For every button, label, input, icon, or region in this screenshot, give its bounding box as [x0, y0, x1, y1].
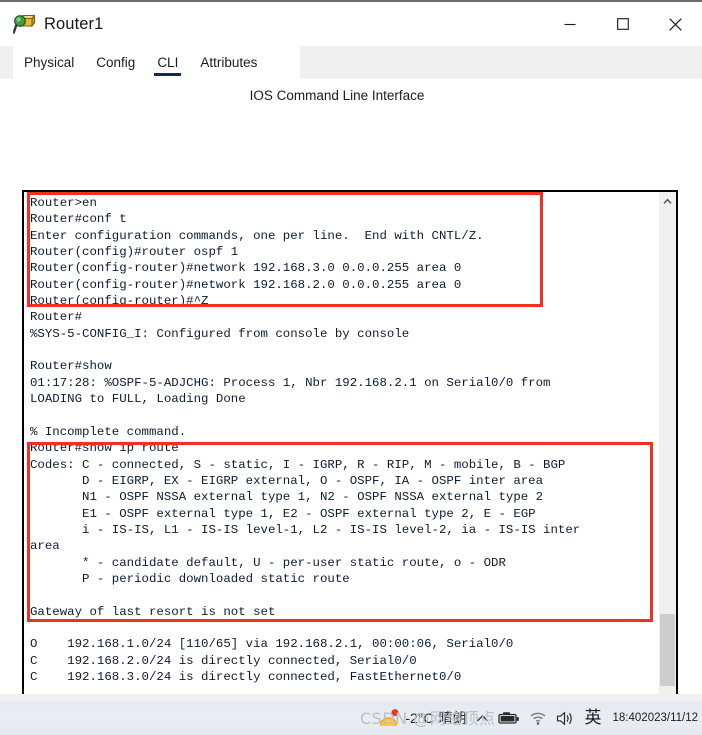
- window-controls: [543, 2, 702, 46]
- minimize-button[interactable]: [543, 2, 596, 46]
- tab-attributes-label: Attributes: [200, 55, 258, 70]
- terminal-line: %SYS-5-CONFIG_I: Configured from console…: [30, 326, 410, 341]
- tab-strip: Physical Config CLI Attributes: [0, 46, 702, 79]
- terminal-line: LOADING to FULL, Loading Done: [30, 392, 246, 407]
- terminal-output[interactable]: Router>en Router#conf t Enter configuratio…: [24, 192, 658, 694]
- maximize-icon: [616, 18, 629, 30]
- terminal-line: O 192.168.1.0/24 [110/65] via 192.168.2.…: [30, 637, 514, 652]
- terminal-line: Router(config-router)#network 192.168.3.…: [30, 261, 462, 276]
- cli-panel: IOS Command Line Interface Router>en Rout…: [0, 79, 702, 694]
- close-icon: [669, 17, 682, 31]
- tab-config[interactable]: Config: [85, 46, 146, 79]
- scroll-up-button[interactable]: [659, 192, 676, 210]
- terminal-line: Router#: [30, 310, 83, 325]
- taskbar-clock[interactable]: 18:40 2023/11/12: [611, 712, 698, 724]
- terminal-line: Gateway of last resort is not set: [30, 604, 276, 619]
- terminal-line: D - EIGRP, EX - EIGRP external, O - OSPF…: [30, 473, 544, 488]
- terminal-line: i - IS-IS, L1 - IS-IS level-1, L2 - IS-I…: [30, 522, 581, 537]
- weather-temperature: -2°C: [405, 710, 434, 726]
- terminal-line: Router(config-router)#network 192.168.2.…: [30, 277, 462, 292]
- title-bar-left: Router1: [0, 13, 103, 35]
- terminal-line: 01:17:28: %OSPF-5-ADJCHG: Process 1, Nbr…: [30, 375, 551, 390]
- terminal-line: Router(config)#router ospf 1: [30, 245, 239, 260]
- chevron-up-icon: [476, 714, 488, 721]
- clock-date: 2023/11/12: [641, 712, 698, 724]
- tab-cli-label: CLI: [157, 55, 179, 70]
- tray-expand-button[interactable]: [476, 714, 489, 723]
- chevron-up-icon: [663, 197, 672, 204]
- battery-status-button[interactable]: [497, 711, 520, 725]
- minimize-icon: [564, 23, 575, 26]
- terminal-scrollbar[interactable]: [658, 192, 676, 694]
- terminal-line: Router>en: [30, 196, 97, 210]
- weather-condition: 晴朗: [438, 710, 467, 726]
- terminal-line: E1 - OSPF external type 1, E2 - OSPF ext…: [30, 506, 536, 521]
- volume-button[interactable]: [556, 711, 576, 726]
- close-button[interactable]: [649, 2, 702, 46]
- terminal-line: % Incomplete command.: [30, 424, 187, 439]
- clock-time: 18:40: [612, 712, 642, 724]
- maximize-button[interactable]: [596, 2, 649, 46]
- terminal-lines: Router>en Router#conf t Enter configuratio…: [26, 195, 658, 694]
- system-tray: -2°C 晴朗 英 18:40 2023/11/12: [378, 708, 698, 728]
- title-bar: Router1: [0, 2, 702, 46]
- terminal-line: Codes: C - connected, S - static, I - IG…: [30, 457, 566, 472]
- ime-language-indicator[interactable]: 英: [585, 709, 602, 727]
- tab-physical[interactable]: Physical: [13, 46, 85, 79]
- packet-tracer-router-icon: [12, 13, 36, 35]
- tab-physical-label: Physical: [24, 55, 75, 70]
- speaker-icon: [556, 711, 572, 725]
- terminal-line: C 192.168.2.0/24 is directly connected, …: [30, 653, 417, 668]
- terminal-line: N1 - OSPF NSSA external type 1, N2 - OSP…: [30, 490, 544, 505]
- terminal-area: Router>en Router#conf t Enter configuratio…: [22, 190, 678, 694]
- network-status-button[interactable]: [529, 711, 547, 725]
- weather-sunny-icon: [378, 708, 400, 728]
- router-cli-window: Router1 Physical Config CLI Attributes I…: [0, 0, 702, 694]
- terminal-line: area: [30, 539, 60, 554]
- window-title: Router1: [44, 14, 104, 33]
- windows-taskbar: -2°C 晴朗 英 18:40 2023/11/12: [0, 701, 702, 735]
- taskbar-weather-widget[interactable]: -2°C 晴朗: [378, 708, 467, 728]
- terminal-line: Router#conf t: [30, 212, 127, 227]
- wifi-icon: [530, 712, 545, 725]
- terminal-line: P - periodic downloaded static route: [30, 571, 350, 586]
- tab-config-label: Config: [96, 55, 136, 70]
- battery-icon: [497, 712, 519, 724]
- terminal-line: C 192.168.3.0/24 is directly connected, …: [30, 669, 462, 684]
- terminal-line: * - candidate default, U - per-user stat…: [30, 555, 506, 570]
- terminal-line: Router#show ip route: [30, 441, 179, 456]
- terminal-line: Enter configuration commands, one per li…: [30, 228, 484, 243]
- tab-cli[interactable]: CLI: [146, 46, 189, 79]
- terminal-line: Router#show: [30, 359, 112, 374]
- terminal-line: Router(config-router)#^Z: [30, 294, 209, 309]
- scrollbar-thumb[interactable]: [660, 614, 675, 686]
- tab-attributes[interactable]: Attributes: [189, 46, 268, 79]
- desktop-background: [0, 694, 702, 701]
- panel-heading: IOS Command Line Interface: [249, 88, 425, 103]
